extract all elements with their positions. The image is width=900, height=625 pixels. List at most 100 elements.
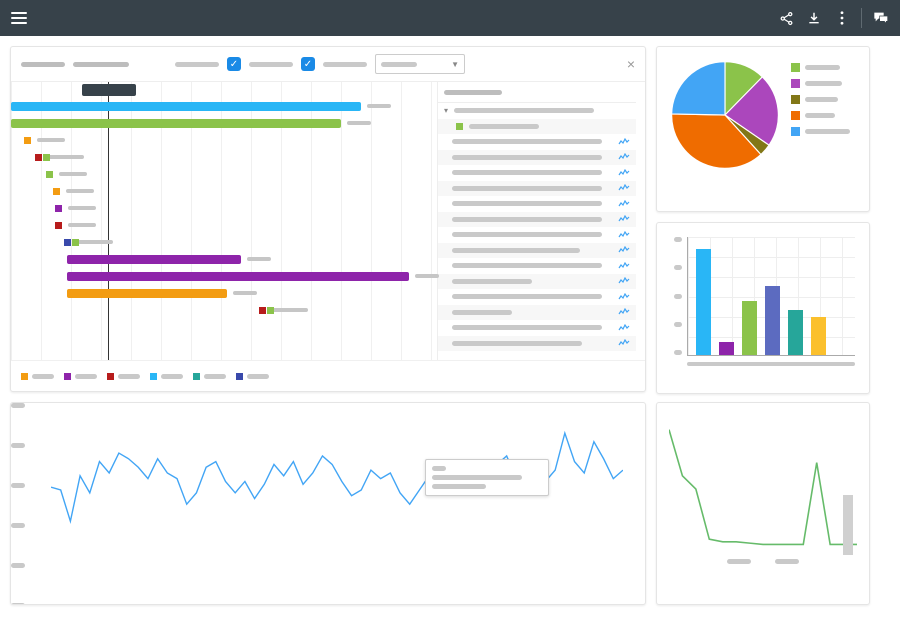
bar[interactable]	[788, 310, 803, 355]
sparkline-icon	[618, 262, 630, 270]
pie-slice[interactable]	[672, 62, 725, 115]
gantt-marker[interactable]	[53, 188, 60, 195]
pie-chart[interactable]	[667, 57, 783, 173]
gantt-marker-label	[68, 206, 96, 210]
gantt-select[interactable]: ▼	[375, 54, 465, 74]
legend-swatch	[107, 373, 114, 380]
legend-item[interactable]	[791, 127, 850, 136]
gantt-list-row[interactable]	[438, 165, 636, 181]
gantt-bar[interactable]	[67, 289, 227, 298]
gantt-select-label	[381, 62, 417, 67]
tinyline-x-axis	[669, 559, 857, 564]
gantt-marker[interactable]	[55, 205, 62, 212]
menu-button[interactable]	[6, 5, 32, 31]
sparkline-icon	[618, 293, 630, 301]
bar-chart[interactable]	[687, 237, 855, 356]
more-button[interactable]	[829, 5, 855, 31]
gantt-now-label	[82, 84, 136, 96]
sparkline-icon	[618, 246, 630, 254]
gantt-filter-c	[323, 62, 367, 67]
gantt-list-row[interactable]	[438, 227, 636, 243]
legend-item[interactable]	[791, 63, 850, 72]
gantt-bar-label	[415, 274, 439, 278]
bar[interactable]	[719, 342, 734, 355]
legend-item[interactable]	[791, 111, 850, 120]
bar[interactable]	[742, 301, 757, 355]
gantt-marker[interactable]	[267, 307, 274, 314]
list-item-label	[452, 186, 602, 191]
gantt-marker-label	[37, 138, 65, 142]
gantt-marker[interactable]	[64, 239, 71, 246]
gantt-close-button[interactable]: ×	[627, 56, 635, 72]
gantt-marker-label	[85, 240, 113, 244]
gantt-bar[interactable]	[67, 272, 409, 281]
sparkline-icon	[618, 277, 630, 285]
gantt-list-row[interactable]: ▾	[438, 103, 636, 119]
legend-swatch	[236, 373, 243, 380]
gantt-marker[interactable]	[46, 171, 53, 178]
gantt-checkbox-b[interactable]: ✓	[301, 57, 315, 71]
gantt-checkbox-a[interactable]: ✓	[227, 57, 241, 71]
dashboard: ✓ ✓ ▼ × ▾	[0, 36, 900, 615]
gantt-timeline[interactable]	[11, 82, 437, 360]
line-chart[interactable]	[51, 419, 623, 561]
chat-button[interactable]	[868, 5, 894, 31]
list-item-label	[452, 248, 580, 253]
gantt-marker[interactable]	[72, 239, 79, 246]
gantt-marker[interactable]	[55, 222, 62, 229]
gantt-marker[interactable]	[43, 154, 50, 161]
share-button[interactable]	[773, 5, 799, 31]
gantt-list-row[interactable]	[438, 134, 636, 150]
legend-item[interactable]	[107, 373, 140, 380]
bar[interactable]	[696, 249, 711, 355]
gantt-list-row[interactable]	[438, 119, 636, 135]
list-item-label	[452, 310, 512, 315]
gantt-marker-label	[68, 223, 96, 227]
legend-label	[805, 113, 835, 118]
gantt-bar-label	[247, 257, 271, 261]
gantt-list-row[interactable]	[438, 305, 636, 321]
download-button[interactable]	[801, 5, 827, 31]
bar[interactable]	[811, 317, 826, 355]
sparkline-icon	[618, 231, 630, 239]
gantt-list-header	[438, 82, 636, 103]
gantt-list-row[interactable]	[438, 274, 636, 290]
legend-item[interactable]	[150, 373, 183, 380]
gantt-marker[interactable]	[35, 154, 42, 161]
bar[interactable]	[765, 286, 780, 355]
gantt-list-row[interactable]	[438, 289, 636, 305]
legend-item[interactable]	[791, 95, 850, 104]
gantt-list-row[interactable]	[438, 243, 636, 259]
legend-swatch	[21, 373, 28, 380]
sparkline-icon	[618, 184, 630, 192]
legend-item[interactable]	[64, 373, 97, 380]
gantt-bar-label	[347, 121, 371, 125]
bar-y-axis	[674, 237, 682, 355]
gantt-list-row[interactable]	[438, 336, 636, 352]
gantt-marker-label	[56, 155, 84, 159]
sparkline-icon	[618, 308, 630, 316]
legend-swatch	[791, 111, 800, 120]
gantt-list-row[interactable]	[438, 150, 636, 166]
gantt-marker[interactable]	[24, 137, 31, 144]
gantt-toolbar: ✓ ✓ ▼ ×	[11, 47, 645, 82]
gantt-bar[interactable]	[67, 255, 241, 264]
gantt-list-row[interactable]	[438, 181, 636, 197]
gantt-bar[interactable]	[11, 119, 341, 128]
gantt-bar[interactable]	[11, 102, 361, 111]
legend-item[interactable]	[193, 373, 226, 380]
legend-label	[75, 374, 97, 379]
gantt-list-row[interactable]	[438, 212, 636, 228]
gantt-list-row[interactable]	[438, 258, 636, 274]
list-item-label	[452, 217, 602, 222]
gantt-body: ▾	[11, 82, 645, 361]
tinyline-chart[interactable]	[669, 423, 857, 555]
sparkline-icon	[618, 153, 630, 161]
gantt-bar-label	[367, 104, 391, 108]
gantt-list-row[interactable]	[438, 320, 636, 336]
gantt-marker[interactable]	[259, 307, 266, 314]
legend-item[interactable]	[21, 373, 54, 380]
gantt-list-row[interactable]	[438, 196, 636, 212]
legend-item[interactable]	[236, 373, 269, 380]
legend-item[interactable]	[791, 79, 850, 88]
